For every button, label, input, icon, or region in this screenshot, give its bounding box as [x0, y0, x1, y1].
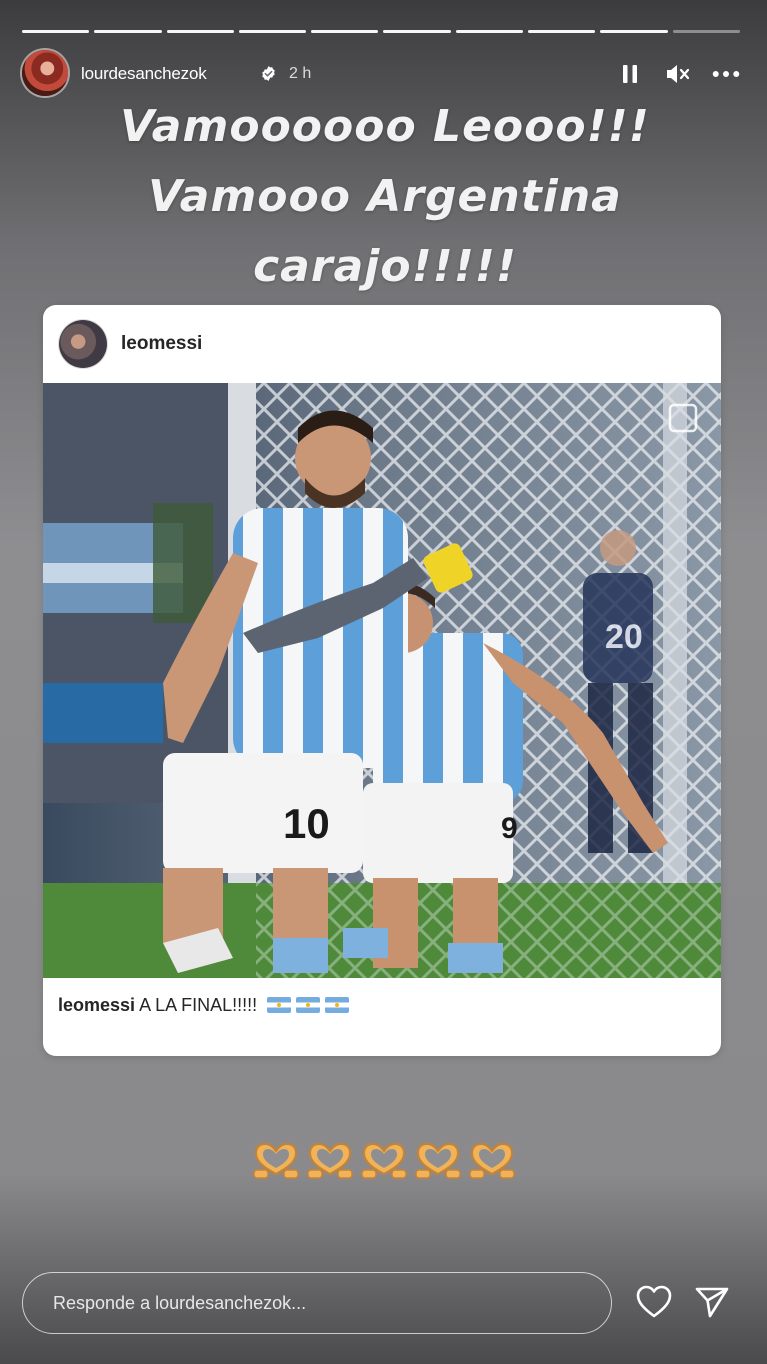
- more-options-icon[interactable]: [712, 62, 740, 86]
- story-text-line: Vamooo Argentina: [148, 171, 622, 222]
- story-text-line: Vamoooooo Leooo!!!: [120, 101, 650, 152]
- verified-badge-icon: [262, 66, 275, 81]
- reply-input[interactable]: [51, 1273, 595, 1334]
- heart-hands-emoji-icon: [415, 1142, 461, 1179]
- post-caption: leomessi A LA FINAL!!!!!: [58, 995, 350, 1016]
- heart-icon[interactable]: [635, 1283, 673, 1321]
- heart-hands-emoji-icon: [253, 1142, 299, 1179]
- jersey-number: 10: [283, 800, 330, 847]
- progress-segment: [311, 30, 379, 33]
- argentina-flag-icon: [267, 997, 292, 1013]
- progress-segment: [600, 30, 668, 33]
- heart-hands-emoji-icon: [307, 1142, 353, 1179]
- story-viewer[interactable]: lourdesanchezok 2 h Vamoooooo Leooo!!! V…: [0, 0, 767, 1364]
- story-controls: [616, 62, 740, 86]
- jersey-number: 9: [501, 812, 518, 845]
- story-username[interactable]: lourdesanchezok: [81, 64, 207, 84]
- progress-segment: [383, 30, 451, 33]
- story-caption-text: Vamoooooo Leooo!!! Vamooo Argentina cara…: [40, 92, 730, 302]
- muted-speaker-icon[interactable]: [664, 62, 692, 86]
- progress-segment: [455, 30, 524, 33]
- post-author-name[interactable]: leomessi: [121, 333, 202, 355]
- jersey-number: 20: [605, 618, 643, 656]
- post-photo-illustration: 20 9 10: [43, 383, 721, 978]
- progress-segment: [22, 30, 90, 33]
- progress-segment: [528, 30, 596, 33]
- story-timestamp: 2 h: [289, 65, 312, 82]
- shared-post-card[interactable]: leomessi 20 9 10 leomessi A LA FINAL!!!!…: [43, 305, 721, 1056]
- caption-username[interactable]: leomessi: [58, 995, 135, 1015]
- argentina-flag-icon: [296, 997, 321, 1013]
- story-text-line: carajo!!!!!: [253, 241, 517, 292]
- pause-icon[interactable]: [616, 62, 644, 86]
- post-photo[interactable]: 20 9 10: [43, 383, 721, 978]
- caption-text: A LA FINAL!!!!!: [139, 995, 258, 1015]
- progress-segment: [94, 30, 162, 33]
- progress-segment: [672, 30, 740, 33]
- story-progress-bar: [22, 30, 740, 33]
- user-avatar[interactable]: [22, 50, 68, 96]
- progress-segment: [166, 30, 234, 33]
- heart-hands-emoji-row: [248, 1140, 520, 1180]
- heart-hands-emoji-icon: [469, 1142, 515, 1179]
- story-header: lourdesanchezok 2 h: [22, 50, 740, 96]
- send-icon[interactable]: [693, 1283, 731, 1321]
- argentina-flag-icon: [325, 997, 350, 1013]
- reply-bar[interactable]: [22, 1272, 612, 1334]
- heart-hands-emoji-icon: [361, 1142, 407, 1179]
- post-author-avatar[interactable]: [59, 320, 107, 368]
- progress-segment: [238, 30, 307, 33]
